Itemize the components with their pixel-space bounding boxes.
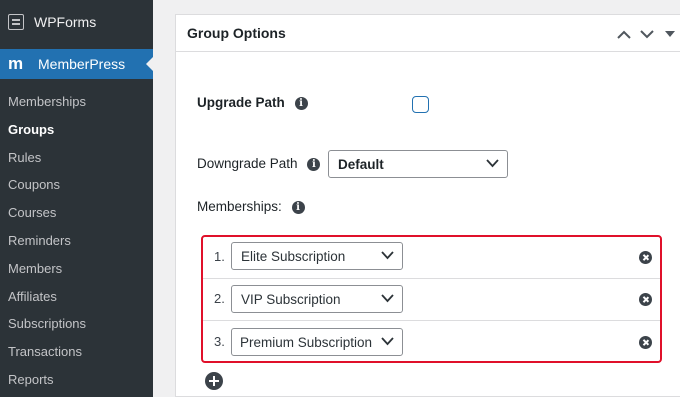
submenu-item-rules[interactable]: Rules bbox=[0, 144, 153, 172]
chevron-down-icon bbox=[640, 29, 654, 38]
membership-row: 1. Elite Subscription bbox=[203, 237, 660, 279]
add-icon[interactable] bbox=[205, 372, 223, 390]
membership-number: 3. bbox=[214, 334, 225, 349]
sidebar-item-memberpress[interactable]: m MemberPress bbox=[0, 49, 153, 79]
memberships-label: Memberships: bbox=[197, 199, 282, 214]
membership-number: 2. bbox=[214, 291, 225, 306]
info-icon[interactable]: i bbox=[294, 96, 308, 110]
group-options-panel: Group Options Upgrade Path i Downgrade P… bbox=[175, 14, 680, 397]
submenu-item-courses[interactable]: Courses bbox=[0, 199, 153, 227]
upgrade-path-row: Upgrade Path i bbox=[197, 95, 308, 110]
move-down-button[interactable] bbox=[637, 24, 657, 44]
memberships-row: Memberships: i bbox=[197, 199, 305, 214]
upgrade-path-checkbox[interactable] bbox=[412, 96, 429, 113]
downgrade-path-row: Downgrade Path i bbox=[197, 156, 321, 171]
remove-icon[interactable] bbox=[639, 293, 652, 306]
panel-title: Group Options bbox=[187, 25, 286, 41]
wpforms-icon bbox=[8, 14, 24, 30]
chevron-down-icon bbox=[486, 159, 499, 168]
memberpress-logo-icon: m bbox=[8, 54, 24, 73]
chevron-down-icon bbox=[381, 251, 394, 260]
memberships-list: 1. Elite Subscription 2. VIP Subscriptio… bbox=[201, 235, 662, 363]
membership-select[interactable]: VIP Subscription bbox=[231, 285, 403, 313]
select-value: Premium Subscription bbox=[240, 334, 373, 350]
submenu-item-members[interactable]: Members bbox=[0, 255, 153, 283]
memberpress-submenu: Memberships Groups Rules Coupons Courses… bbox=[0, 88, 153, 394]
select-value: Default bbox=[338, 156, 384, 172]
chevron-down-icon bbox=[381, 294, 394, 303]
info-icon[interactable]: i bbox=[307, 157, 321, 171]
remove-icon[interactable] bbox=[639, 336, 652, 349]
upgrade-path-label: Upgrade Path bbox=[197, 95, 285, 110]
membership-number: 1. bbox=[214, 249, 225, 264]
submenu-item-reminders[interactable]: Reminders bbox=[0, 227, 153, 255]
membership-row: 2. VIP Subscription bbox=[203, 279, 660, 321]
panel-controls bbox=[611, 24, 680, 44]
submenu-item-coupons[interactable]: Coupons bbox=[0, 171, 153, 199]
submenu-item-groups[interactable]: Groups bbox=[0, 116, 153, 144]
submenu-item-memberships[interactable]: Memberships bbox=[0, 88, 153, 116]
sidebar-item-label: MemberPress bbox=[38, 56, 126, 72]
sidebar-item-wpforms[interactable]: WPForms bbox=[0, 0, 153, 44]
toggle-panel-button[interactable] bbox=[660, 24, 680, 44]
caret-down-icon bbox=[665, 31, 675, 37]
select-value: VIP Subscription bbox=[241, 291, 341, 307]
downgrade-path-label: Downgrade Path bbox=[197, 156, 298, 171]
remove-icon[interactable] bbox=[639, 251, 652, 264]
membership-select[interactable]: Elite Subscription bbox=[231, 242, 403, 270]
sidebar-item-label: WPForms bbox=[34, 14, 97, 30]
admin-sidebar: WPForms m MemberPress Memberships Groups… bbox=[0, 0, 153, 397]
move-up-button[interactable] bbox=[614, 24, 634, 44]
downgrade-path-select[interactable]: Default bbox=[328, 150, 508, 178]
select-value: Elite Subscription bbox=[241, 248, 346, 264]
submenu-item-reports[interactable]: Reports bbox=[0, 366, 153, 394]
membership-row: 3. Premium Subscription bbox=[203, 322, 660, 363]
submenu-item-transactions[interactable]: Transactions bbox=[0, 338, 153, 366]
info-icon[interactable]: i bbox=[291, 200, 305, 214]
chevron-down-icon bbox=[381, 337, 394, 346]
submenu-item-subscriptions[interactable]: Subscriptions bbox=[0, 310, 153, 338]
chevron-up-icon bbox=[617, 30, 631, 39]
membership-select[interactable]: Premium Subscription bbox=[231, 328, 403, 356]
panel-header: Group Options bbox=[176, 15, 680, 52]
submenu-item-affiliates[interactable]: Affiliates bbox=[0, 283, 153, 311]
